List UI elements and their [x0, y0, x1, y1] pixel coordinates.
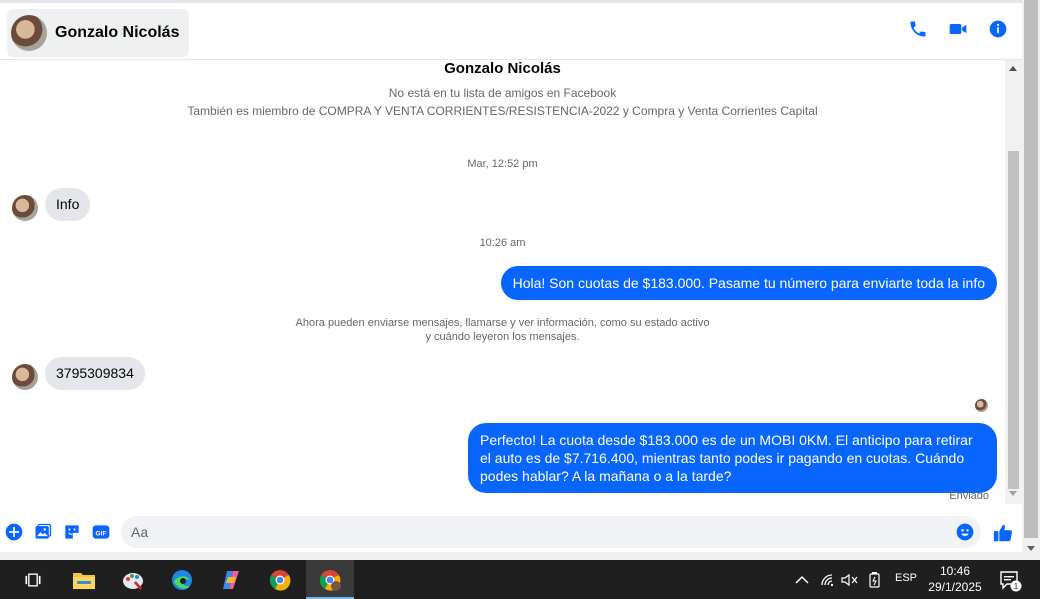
scroll-down-arrow-icon[interactable]	[1027, 546, 1035, 551]
chat-header: Gonzalo Nicolás	[0, 0, 1022, 60]
video-camera-icon[interactable]	[948, 19, 968, 39]
speaker-muted-icon[interactable]	[841, 570, 859, 590]
incoming-message-row: 3795309834	[12, 357, 145, 390]
message-composer: GIF	[0, 512, 1022, 552]
message-input-container[interactable]	[121, 516, 981, 548]
clock-time: 10:46	[939, 564, 971, 578]
scroll-up-arrow-icon[interactable]	[1009, 66, 1017, 71]
task-view-icon[interactable]	[19, 566, 47, 594]
info-icon[interactable]	[988, 19, 1008, 39]
incoming-message[interactable]: 3795309834	[45, 357, 145, 390]
privacy-notice-line: y cuándo leyeron los mensajes.	[425, 331, 580, 343]
timestamp: 10:26 am	[479, 237, 526, 249]
windows-taskbar: ESP 10:46 29/1/2025 1	[0, 560, 1040, 599]
page-scrollbar-thumb[interactable]	[1024, 0, 1038, 538]
emoji-icon[interactable]	[955, 522, 975, 542]
input-language[interactable]: ESP	[895, 572, 917, 584]
wifi-icon[interactable]	[819, 570, 837, 590]
contact-name: Gonzalo Nicolás	[55, 24, 180, 41]
privacy-notice: Ahora pueden enviarse mensajes, llamarse…	[250, 316, 755, 344]
mutual-groups-notice: También es miembro de COMPRA Y VENTA COR…	[187, 104, 818, 118]
contact-profile-button[interactable]: Gonzalo Nicolás	[7, 9, 190, 57]
outgoing-message[interactable]: Perfecto! La cuota desde $183.000 es de …	[468, 423, 997, 493]
gif-label: GIF	[95, 530, 106, 537]
message-list: Gonzalo Nicolás No está en tu lista de a…	[0, 60, 1005, 508]
contact-avatar	[11, 15, 47, 51]
privacy-notice-line: Ahora pueden enviarse mensajes, llamarse…	[295, 317, 710, 329]
notification-count: 1	[1014, 582, 1019, 591]
chat-scrollbar[interactable]	[1005, 60, 1022, 504]
sticker-icon[interactable]	[62, 522, 82, 542]
phone-icon[interactable]	[908, 19, 928, 39]
file-explorer-icon[interactable]	[70, 566, 98, 594]
paint-app-icon[interactable]	[119, 566, 147, 594]
chevron-up-icon[interactable]	[794, 570, 810, 590]
horizontal-scrollbar[interactable]	[0, 552, 1022, 560]
sender-avatar	[12, 364, 38, 390]
incoming-message[interactable]: Info	[45, 188, 91, 221]
photo-icon[interactable]	[33, 522, 53, 542]
sender-avatar	[12, 195, 38, 221]
gif-icon[interactable]: GIF	[91, 522, 111, 542]
incoming-message-row: Info	[12, 188, 91, 221]
chrome-profile-icon[interactable]	[316, 566, 344, 594]
copilot-icon[interactable]	[217, 566, 245, 594]
not-friend-notice: No está en tu lista de amigos en Faceboo…	[388, 86, 617, 100]
edge-browser-icon[interactable]	[168, 566, 196, 594]
timestamp: Mar, 12:52 pm	[467, 158, 538, 170]
messenger-window: Gonzalo Nicolás Gonzalo Nicolás No está …	[0, 0, 1040, 599]
clock-date: 29/1/2025	[928, 580, 982, 594]
message-input[interactable]	[121, 516, 921, 548]
chrome-icon[interactable]	[266, 566, 294, 594]
notification-center-icon[interactable]: 1	[998, 568, 1022, 592]
scroll-down-arrow-icon[interactable]	[1009, 491, 1017, 496]
read-receipt-avatar	[975, 399, 988, 412]
intro-contact-name: Gonzalo Nicolás	[444, 60, 561, 77]
message-status: Enviado	[949, 490, 989, 502]
outgoing-message[interactable]: Hola! Son cuotas de $183.000. Pasame tu …	[500, 266, 997, 300]
battery-icon[interactable]	[866, 570, 884, 590]
like-icon[interactable]	[992, 522, 1014, 544]
add-icon[interactable]	[4, 522, 24, 542]
header-actions	[908, 19, 1008, 39]
system-clock[interactable]: 10:46 29/1/2025	[922, 563, 988, 595]
scrollbar-thumb[interactable]	[1008, 151, 1019, 489]
page-scrollbar[interactable]	[1022, 0, 1040, 560]
